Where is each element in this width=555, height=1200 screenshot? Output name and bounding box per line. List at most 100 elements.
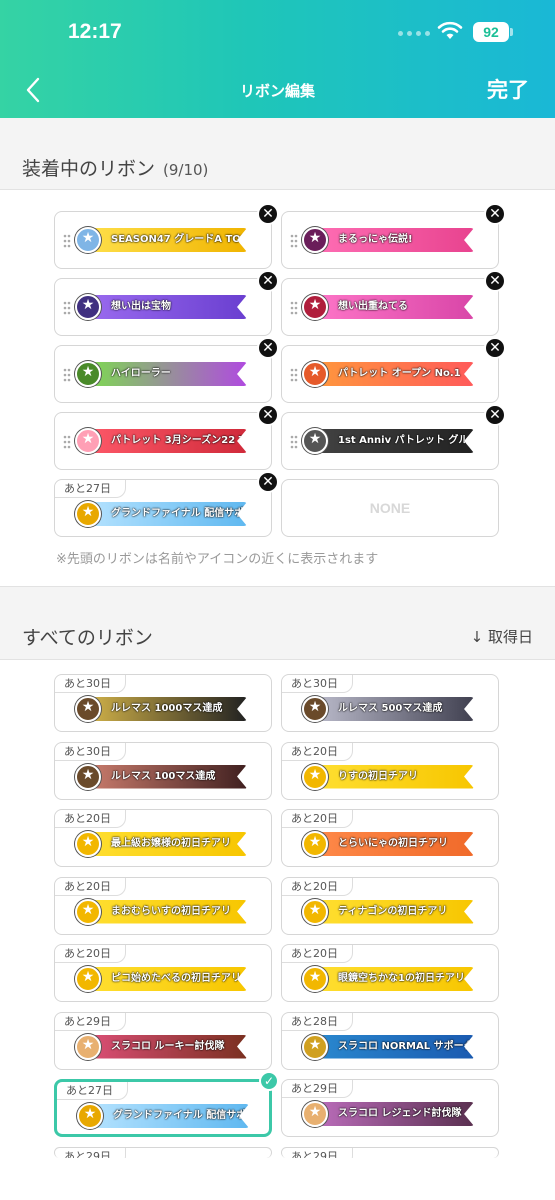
remove-ribbon-button[interactable]: ✕ bbox=[257, 203, 279, 225]
ribbon-item[interactable]: あと28日スラコロ NORMAL サポーター ★ bbox=[281, 1011, 499, 1070]
days-remaining-badge: あと28日 bbox=[282, 1012, 353, 1031]
remove-ribbon-button[interactable]: ✕ bbox=[484, 203, 506, 225]
days-remaining-badge: あと30日 bbox=[55, 675, 126, 693]
remove-ribbon-button[interactable]: ✕ bbox=[257, 337, 279, 359]
days-remaining-badge: あと29日 bbox=[55, 1012, 126, 1031]
ribbon-graphic: ルレマス 100マス達成 bbox=[81, 764, 247, 789]
ribbon-graphic: グランドファイナル 配信サポーター bbox=[83, 1104, 249, 1128]
ribbon-item[interactable]: あと29日 bbox=[54, 1146, 272, 1158]
ribbon-item[interactable]: あと20日 とらいにゃの初日チアリ ★ bbox=[281, 809, 499, 867]
ribbon-graphic: パトレット 3月シーズン22 TOP30 bbox=[81, 429, 247, 453]
equipped-ribbon-slot[interactable]: 1st Anniv パトレット グループA No.3 ★ bbox=[281, 412, 499, 470]
ribbon-item[interactable]: あと30日 ルレマス 500マス達成 ★ bbox=[281, 674, 499, 732]
ribbon-emblem-icon: ★ bbox=[75, 361, 101, 387]
drag-handle-icon[interactable] bbox=[290, 234, 298, 248]
ribbon-emblem-icon: ★ bbox=[75, 898, 101, 925]
equipped-ribbon-slot[interactable]: SEASON47 グレードA TOP10 ★ bbox=[54, 211, 272, 269]
days-remaining-badge: あと30日 bbox=[55, 742, 126, 761]
remove-ribbon-button[interactable]: ✕ bbox=[484, 270, 506, 292]
status-time: 12:17 bbox=[68, 20, 122, 43]
empty-slot-label: NONE bbox=[369, 500, 411, 516]
drag-handle-icon[interactable] bbox=[63, 234, 71, 248]
star-icon: ★ bbox=[308, 834, 322, 850]
done-button[interactable]: 完了 bbox=[487, 74, 529, 104]
ribbon-graphic: スラコロ ルーキー討伐隊 bbox=[81, 1034, 247, 1059]
days-remaining-badge: あと29日 bbox=[282, 1080, 353, 1098]
ribbon-label: まおむらいすの初日チアリ bbox=[111, 905, 231, 917]
sort-by-date-button[interactable]: ↓ 取得日 bbox=[471, 626, 533, 647]
ribbon-emblem-icon: ★ bbox=[302, 227, 328, 253]
ribbon-label: スラコロ レジェンド討伐隊 bbox=[338, 1108, 462, 1119]
star-icon: ★ bbox=[81, 766, 95, 783]
star-icon: ★ bbox=[81, 901, 95, 918]
ribbon-item[interactable]: あと20日 ティナゴンの初日チアリ ★ bbox=[281, 876, 499, 935]
ribbon-item[interactable]: あと29日 スラコロ ルーキー討伐隊 ★ bbox=[54, 1011, 272, 1070]
drag-handle-icon[interactable] bbox=[63, 368, 71, 382]
equipped-ribbon-slot[interactable]: 想い出は宝物 ★ bbox=[54, 278, 272, 336]
star-icon: ★ bbox=[81, 297, 95, 313]
all-section-title: すべてのリボン bbox=[22, 627, 153, 649]
days-remaining-badge: あと20日 bbox=[55, 945, 126, 963]
drag-handle-icon[interactable] bbox=[290, 435, 298, 449]
drag-handle-icon[interactable] bbox=[290, 301, 298, 315]
remove-ribbon-button[interactable]: ✕ bbox=[257, 404, 279, 426]
remove-ribbon-button[interactable]: ✕ bbox=[257, 270, 279, 292]
ribbon-label: まるっにゃ伝説! bbox=[338, 234, 413, 245]
ribbon-emblem-icon: ★ bbox=[302, 966, 328, 992]
ribbon-label: とらいにゃの初日チアリ bbox=[338, 838, 448, 849]
equipped-ribbon-slot[interactable]: あと27日グランドファイナル 配信サポーター ★ bbox=[54, 479, 272, 537]
days-remaining-badge: あと29日 bbox=[282, 1147, 353, 1158]
ribbon-emblem-icon: ★ bbox=[75, 501, 101, 527]
ribbon-item[interactable]: あと20日 まおむらいすの初日チアリ ★ bbox=[54, 876, 272, 935]
ribbon-item[interactable]: あと30日 ルレマス 1000マス達成 ★ bbox=[54, 674, 272, 732]
equipped-ribbon-slot[interactable]: パトレット 3月シーズン22 TOP30 ★ bbox=[54, 412, 272, 470]
drag-handle-icon[interactable] bbox=[63, 435, 71, 449]
equipped-ribbon-slot[interactable]: パトレット オープン No.1 ★ bbox=[281, 345, 499, 403]
star-icon: ★ bbox=[81, 364, 95, 380]
star-icon: ★ bbox=[83, 1106, 97, 1122]
ribbon-emblem-icon: ★ bbox=[302, 294, 328, 320]
ribbon-emblem-icon: ★ bbox=[302, 898, 328, 925]
equipped-ribbon-slot[interactable]: ハイローラー ★ bbox=[54, 345, 272, 403]
ribbon-item[interactable]: あと20日 ピコ始めたべるの初日チアリ ★ bbox=[54, 944, 272, 1002]
page-title: リボン編集 bbox=[239, 82, 315, 100]
star-icon: ★ bbox=[308, 1036, 322, 1053]
ribbon-graphic: スラコロ NORMAL サポーター bbox=[308, 1034, 474, 1059]
ribbon-item[interactable]: あと27日グランドファイナル 配信サポーター ★ bbox=[54, 1079, 272, 1137]
star-icon: ★ bbox=[81, 431, 95, 447]
days-remaining-badge: あと20日 bbox=[282, 945, 353, 963]
ribbon-label: 最上級お嬢様の初日チアリ bbox=[111, 838, 231, 849]
ribbon-label: ルレマス 100マス達成 bbox=[111, 770, 216, 782]
ribbon-item[interactable]: あと29日スラコロ レジェンド討伐隊 ★ bbox=[281, 1079, 499, 1137]
remove-ribbon-button[interactable]: ✕ bbox=[484, 337, 506, 359]
ribbon-label: SEASON47 グレードA TOP10 bbox=[111, 234, 247, 245]
star-icon: ★ bbox=[81, 504, 95, 520]
ribbon-item[interactable]: あと20日 眼鏡空ちかな1の初日チアリ ★ bbox=[281, 944, 499, 1002]
ribbon-item[interactable]: あと29日 bbox=[281, 1146, 499, 1158]
days-remaining-badge: あと20日 bbox=[282, 742, 353, 761]
ribbon-emblem-icon: ★ bbox=[75, 227, 101, 253]
wifi-icon bbox=[437, 21, 463, 39]
ribbon-label: 想い出重ねてる bbox=[338, 301, 408, 312]
ribbon-graphic: グランドファイナル 配信サポーター bbox=[81, 502, 247, 526]
ribbon-label: パトレット 3月シーズン22 TOP30 bbox=[111, 435, 247, 446]
ribbon-item[interactable]: あと30日ルレマス 100マス達成 ★ bbox=[54, 741, 272, 800]
ribbon-item[interactable]: あと20日 りすの初日チアリ ★ bbox=[281, 741, 499, 800]
star-icon: ★ bbox=[308, 431, 322, 447]
ribbon-emblem-icon: ★ bbox=[302, 1101, 328, 1127]
equipped-ribbon-slot[interactable]: まるっにゃ伝説! ★ bbox=[281, 211, 499, 269]
ribbon-label: グランドファイナル 配信サポーター bbox=[111, 508, 247, 519]
empty-ribbon-slot[interactable]: NONE bbox=[281, 479, 499, 537]
equipped-count: (9/10) bbox=[163, 161, 209, 179]
ribbon-graphic: 想い出重ねてる bbox=[308, 295, 474, 319]
equipped-ribbon-slot[interactable]: 想い出重ねてる ★ bbox=[281, 278, 499, 336]
remove-ribbon-button[interactable]: ✕ bbox=[257, 471, 279, 493]
ribbon-item[interactable]: あと20日 最上級お嬢様の初日チアリ ★ bbox=[54, 809, 272, 867]
drag-handle-icon[interactable] bbox=[63, 301, 71, 315]
days-remaining-badge: あと20日 bbox=[282, 877, 353, 896]
all-section-header: すべてのリボン ↓ 取得日 bbox=[0, 586, 555, 660]
days-remaining-badge: あと29日 bbox=[55, 1147, 126, 1158]
remove-ribbon-button[interactable]: ✕ bbox=[484, 404, 506, 426]
star-icon: ★ bbox=[308, 1104, 322, 1120]
drag-handle-icon[interactable] bbox=[290, 368, 298, 382]
